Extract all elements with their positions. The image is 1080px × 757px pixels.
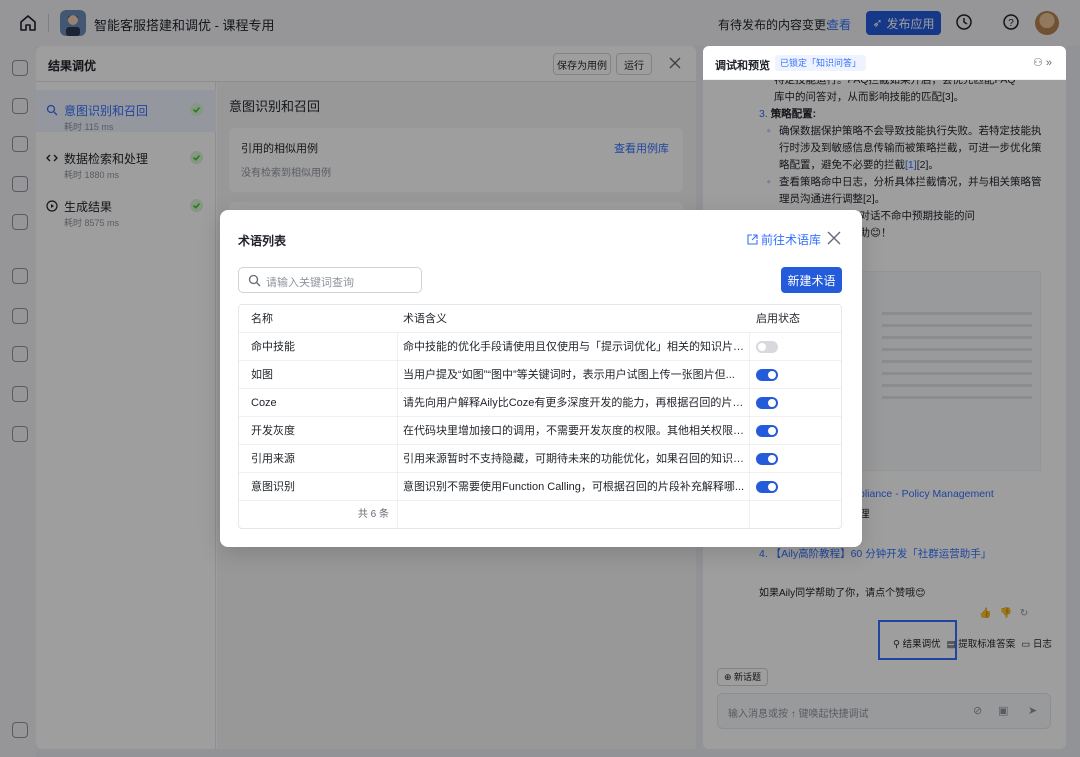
goto-term-library-link[interactable]: 前往术语库 — [747, 231, 821, 248]
term-name: 引用来源 — [251, 453, 295, 465]
table-row[interactable]: 命中技能 命中技能的优化手段请使用且仅使用与「提示词优化」相关的知识片段... — [239, 333, 841, 361]
modal-title: 术语列表 — [238, 234, 287, 248]
column-header: 名称 — [251, 313, 273, 325]
enable-toggle[interactable] — [756, 453, 778, 465]
term-list-modal: 术语列表 前往术语库 请输入关键词查询 新建术语 名称 术语含义 启用状态 命中… — [220, 210, 862, 547]
enable-toggle[interactable] — [756, 425, 778, 437]
table-row[interactable]: Coze 请先向用户解释Aily比Coze有更多深度开发的能力，再根据召回的片段… — [239, 389, 841, 417]
table-header: 名称 术语含义 启用状态 — [239, 305, 841, 333]
enable-toggle[interactable] — [756, 397, 778, 409]
term-meaning: 当用户提及“如图”“图中”等关键词时，表示用户试图上传一张图片但... — [403, 369, 735, 381]
table-row[interactable]: 引用来源 引用来源暂时不支持隐藏，可期待未来的功能优化，如果召回的知识中... — [239, 445, 841, 473]
panel-header-icons[interactable]: ⚇ » — [1033, 56, 1052, 69]
enable-toggle[interactable] — [756, 341, 778, 353]
term-meaning: 在代码块里增加接口的调用，不需要开发灰度的权限。其他相关权限可... — [403, 425, 748, 437]
close-icon[interactable] — [827, 231, 841, 245]
search-icon — [248, 274, 261, 287]
table-row[interactable]: 如图 当用户提及“如图”“图中”等关键词时，表示用户试图上传一张图片但... — [239, 361, 841, 389]
term-table: 名称 术语含义 启用状态 命中技能 命中技能的优化手段请使用且仅使用与「提示词优… — [238, 304, 842, 529]
table-row[interactable]: 开发灰度 在代码块里增加接口的调用，不需要开发灰度的权限。其他相关权限可... — [239, 417, 841, 445]
term-meaning: 引用来源暂时不支持隐藏，可期待未来的功能优化，如果召回的知识中... — [403, 453, 748, 465]
locked-skill-badge: 已锁定「知识问答」 — [775, 55, 867, 71]
enable-toggle[interactable] — [756, 481, 778, 493]
column-header: 启用状态 — [756, 313, 800, 325]
panel-header: 调试和预览 已锁定「知识问答」 ⚇ » — [703, 46, 1066, 80]
panel-title: 调试和预览 — [715, 60, 770, 72]
external-link-icon — [747, 234, 758, 245]
enable-toggle[interactable] — [756, 369, 778, 381]
term-meaning: 命中技能的优化手段请使用且仅使用与「提示词优化」相关的知识片段... — [403, 341, 748, 353]
term-meaning: 请先向用户解释Aily比Coze有更多深度开发的能力，再根据召回的片段... — [403, 397, 748, 409]
column-header: 术语含义 — [403, 313, 447, 325]
new-term-button[interactable]: 新建术语 — [781, 267, 842, 293]
term-name: 如图 — [251, 369, 273, 381]
term-name: 命中技能 — [251, 341, 295, 353]
term-name: 意图识别 — [251, 481, 295, 493]
term-name: Coze — [251, 397, 277, 409]
term-name: 开发灰度 — [251, 425, 295, 437]
total-count: 共 6 条 — [357, 509, 389, 520]
term-meaning: 意图识别不需要使用Function Calling，可根据召回的片段补充解释哪.… — [403, 481, 745, 493]
search-placeholder: 请输入关键词查询 — [266, 277, 354, 289]
table-row[interactable]: 意图识别 意图识别不需要使用Function Calling，可根据召回的片段补… — [239, 473, 841, 501]
goto-term-library-label: 前往术语库 — [761, 233, 822, 247]
term-search-input[interactable]: 请输入关键词查询 — [238, 267, 422, 293]
